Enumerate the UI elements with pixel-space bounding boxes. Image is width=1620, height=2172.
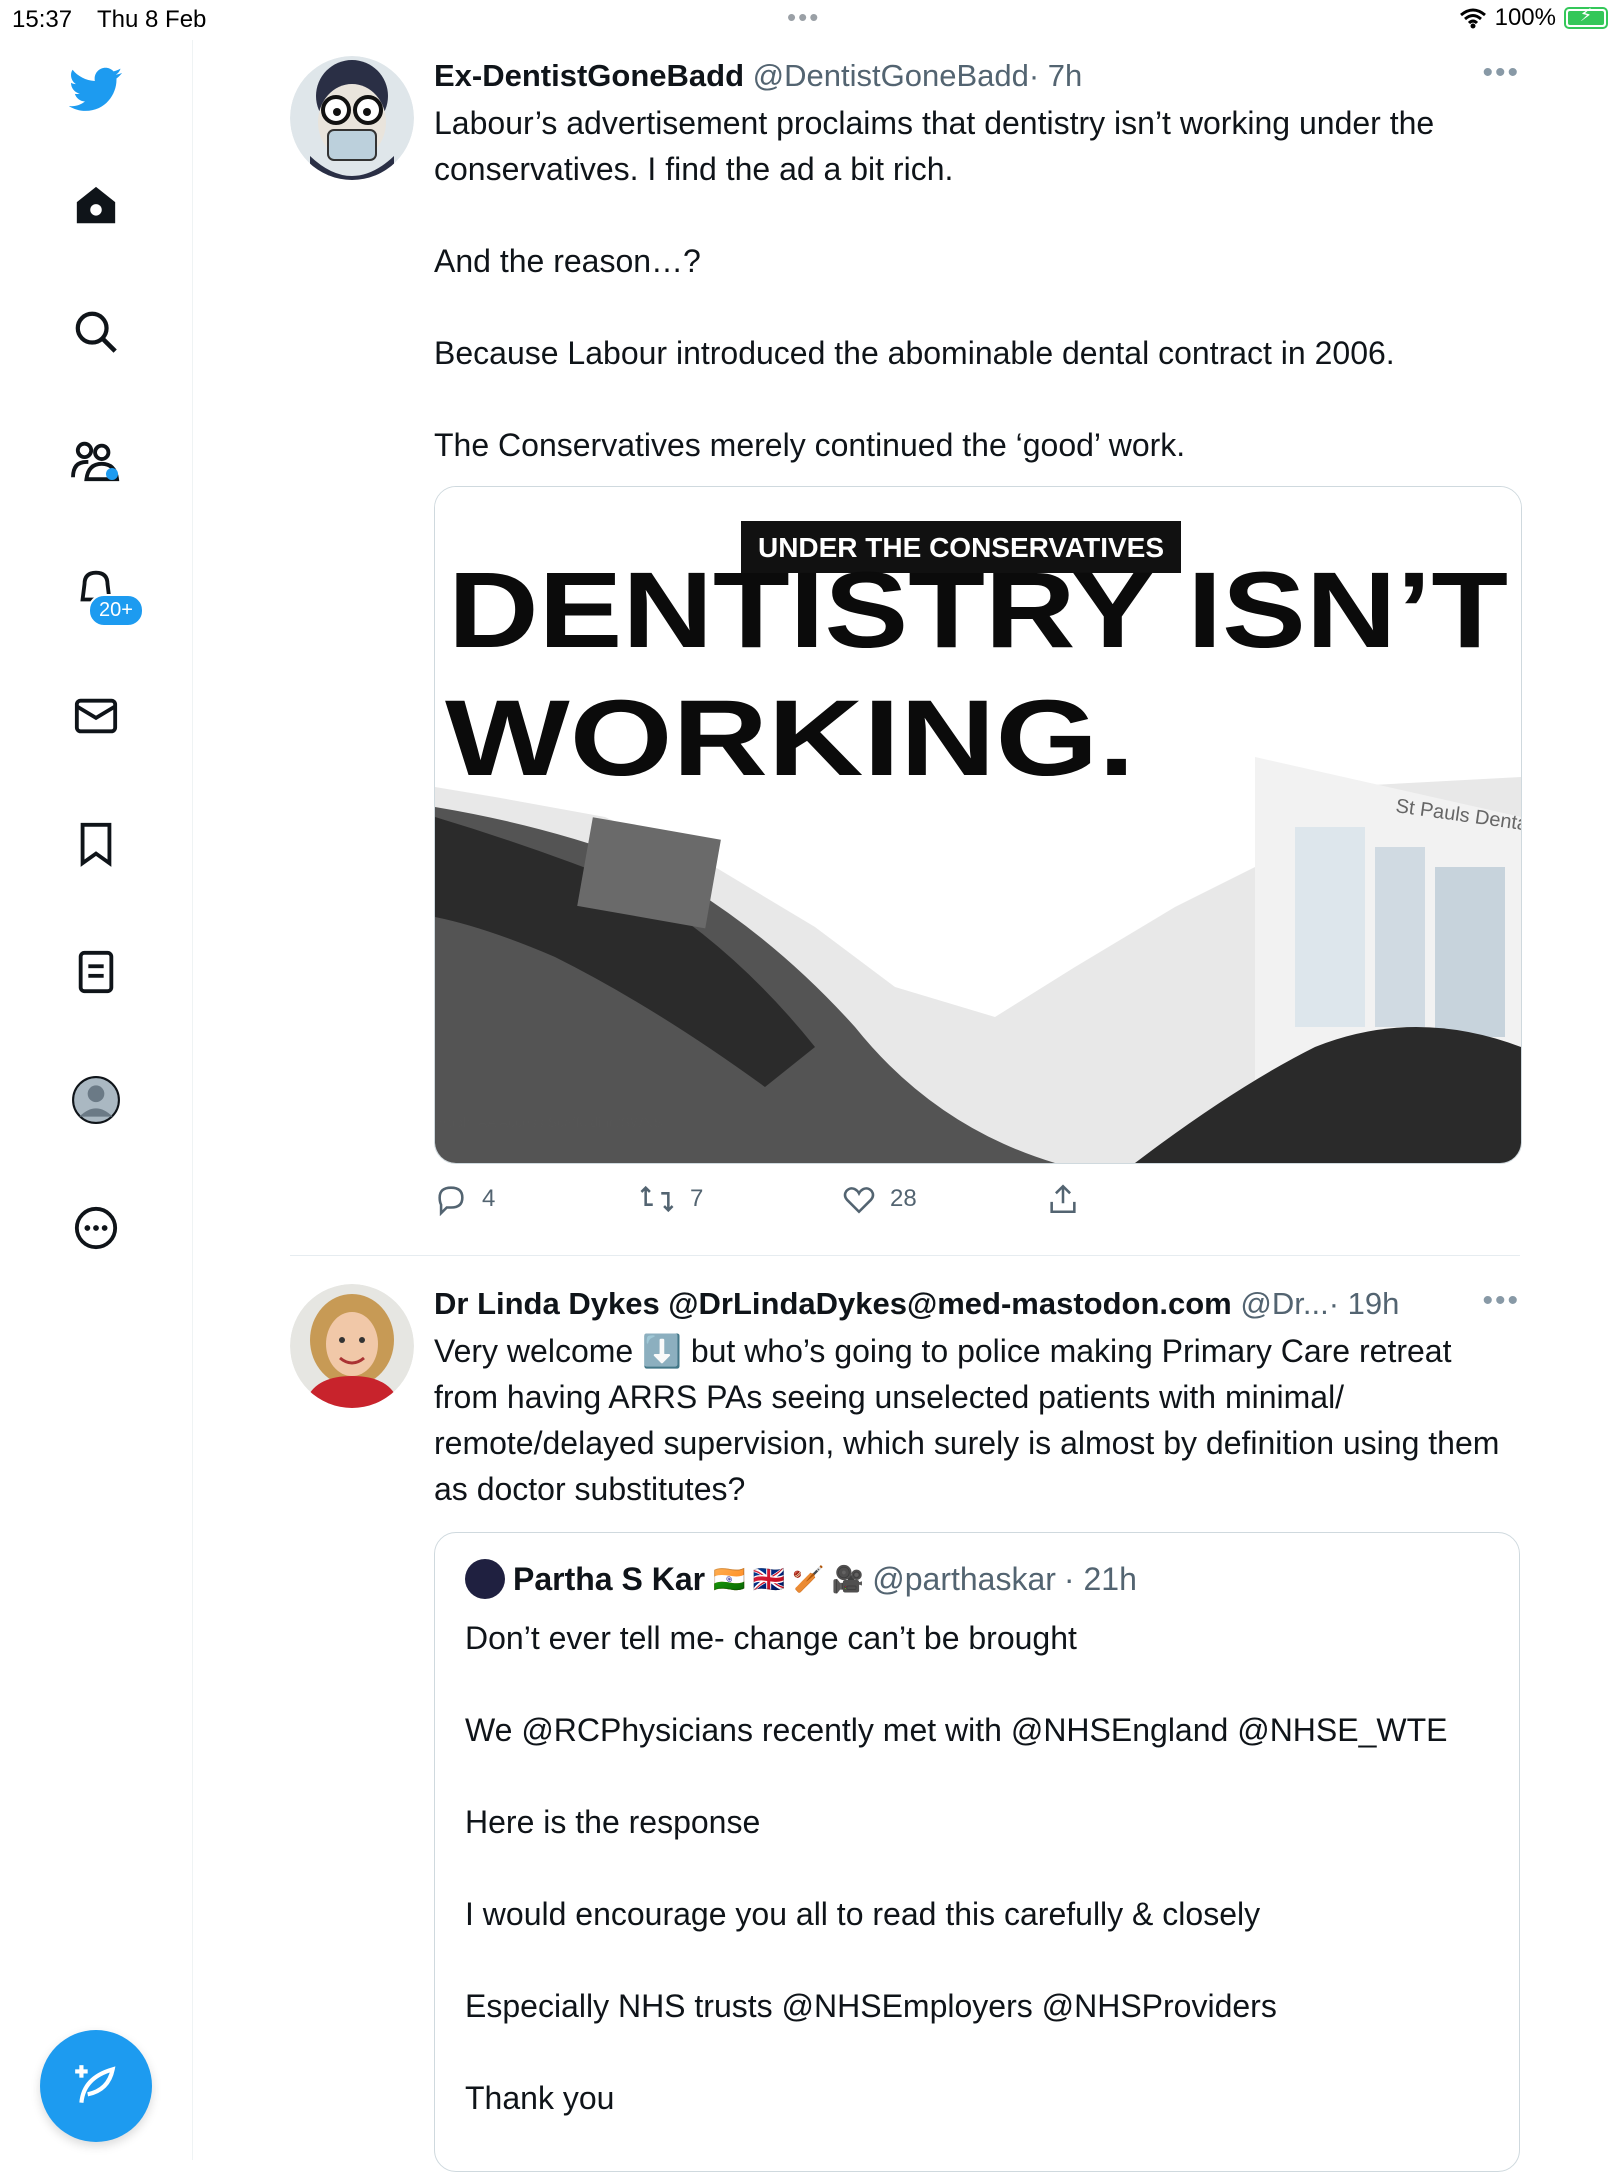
status-indicators: 100% ⚡	[1459, 4, 1608, 32]
avatar[interactable]	[290, 56, 414, 180]
like-count: 28	[890, 1185, 917, 1212]
author-handle[interactable]: @Dr...	[1240, 1286, 1328, 1321]
author-name[interactable]: Ex-DentistGoneBadd	[434, 58, 744, 93]
notifications-badge: 20+	[88, 594, 144, 627]
author-name[interactable]: Dr Linda Dykes @DrLindaDykes@med-mastodo…	[434, 1286, 1232, 1321]
tweet-header: Ex-DentistGoneBadd @DentistGoneBadd· 7h	[434, 56, 1520, 96]
home-icon[interactable]	[60, 170, 132, 242]
quoted-tweet[interactable]: Partha S Kar 🇮🇳 🇬🇧 🏏 🎥 @parthaskar · 21h …	[434, 1532, 1520, 2172]
compose-tweet-button[interactable]	[40, 2030, 152, 2142]
quoted-tweet-time: · 21h	[1063, 1560, 1137, 1597]
battery-icon: ⚡	[1564, 5, 1608, 29]
tweet-header: Dr Linda Dykes @DrLindaDykes@med-mastodo…	[434, 1284, 1520, 1324]
lists-icon[interactable]	[60, 936, 132, 1008]
tweet-time: · 19h	[1328, 1286, 1400, 1321]
sidebar: 20+	[0, 40, 193, 2160]
quoted-author-handle[interactable]: @parthaskar	[872, 1561, 1056, 1598]
bookmarks-icon[interactable]	[60, 808, 132, 880]
tweet-actions: 4 7 28	[434, 1182, 1520, 1216]
tweet-divider	[290, 1255, 1520, 1256]
tweet-more-icon[interactable]: •••	[1482, 1284, 1520, 1318]
twitter-logo-icon[interactable]	[60, 54, 132, 126]
heart-icon	[843, 1187, 875, 1214]
tweet-text: Labour’s advertisement proclaims that de…	[434, 105, 1435, 463]
tweet-time: · 7h	[1028, 58, 1083, 93]
reply-count: 4	[482, 1185, 496, 1212]
search-icon[interactable]	[60, 296, 132, 368]
quoted-tweet-text: Don’t ever tell me- change can’t be brou…	[465, 1620, 1448, 2116]
multitasking-dots-icon[interactable]: •••	[787, 2, 820, 33]
retweet-count: 7	[690, 1185, 704, 1212]
share-button[interactable]	[1046, 1182, 1250, 1216]
share-icon	[1050, 1184, 1076, 1214]
status-time: 15:37	[12, 6, 73, 33]
author-handle[interactable]: @DentistGoneBadd	[753, 58, 1029, 93]
retweet-button[interactable]: 7	[638, 1182, 842, 1216]
like-button[interactable]: 28	[842, 1182, 1046, 1216]
reply-icon	[438, 1186, 464, 1216]
tweet-more-icon[interactable]: •••	[1482, 56, 1520, 90]
compose-feather-icon	[75, 2065, 116, 2103]
tweet-media-image[interactable]: UNDER THE CONSERVATIVES DENTISTRY ISN’T …	[434, 486, 1522, 1164]
media-headline-line-2: WORKING.	[445, 677, 1135, 798]
media-photo-credit: graph: AA Access Scaffolding/SWNS	[435, 1114, 663, 1130]
more-options-icon[interactable]	[60, 1192, 132, 1264]
communities-dot	[106, 468, 118, 480]
battery-percent: 100%	[1494, 4, 1556, 31]
messages-envelope-icon[interactable]	[60, 680, 132, 752]
communities-icon[interactable]	[60, 424, 132, 496]
quoted-author-name[interactable]: Partha S Kar	[513, 1561, 705, 1598]
quoted-avatar[interactable]	[465, 1559, 505, 1599]
quoted-author-emoji: 🇮🇳 🇬🇧 🏏 🎥	[713, 1563, 865, 1594]
status-date: Thu 8 Feb	[97, 6, 207, 33]
avatar[interactable]	[290, 1284, 414, 1408]
profile-avatar-icon[interactable]	[60, 1064, 132, 1136]
retweet-icon	[640, 1185, 674, 1213]
media-headline-line-1: DENTISTRY ISN’T	[448, 549, 1508, 670]
wifi-icon	[1459, 8, 1486, 29]
tweet-text: Very welcome ⬇️ but who’s going to polic…	[434, 1333, 1500, 1507]
status-bar: 15:37 Thu 8 Feb ••• 100% ⚡	[0, 0, 1620, 40]
quoted-tweet-header: Partha S Kar 🇮🇳 🇬🇧 🏏 🎥 @parthaskar · 21h	[465, 1559, 1489, 1599]
reply-button[interactable]: 4	[434, 1182, 638, 1216]
